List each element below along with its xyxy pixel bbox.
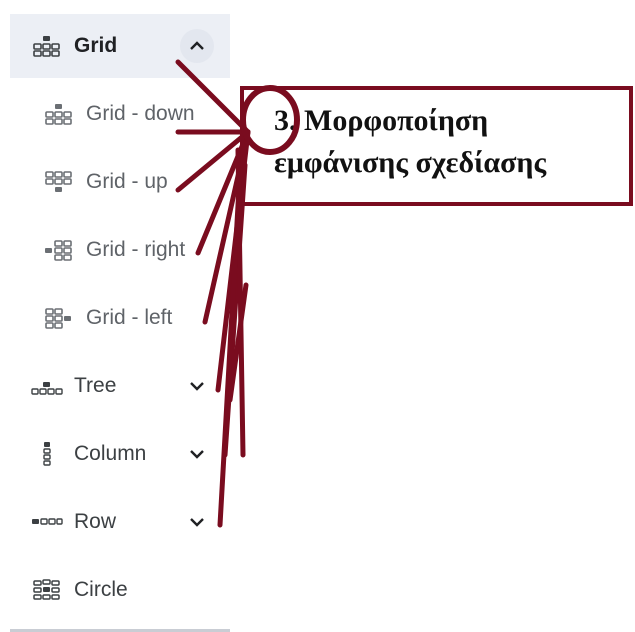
grid-up-icon bbox=[42, 168, 76, 196]
grid-right-icon bbox=[42, 236, 76, 264]
grid-left-icon bbox=[42, 304, 76, 332]
menu-item-label: Grid - down bbox=[86, 102, 195, 125]
menu-item-label: Circle bbox=[74, 578, 128, 601]
annotation-text: 3. Μορφοποίηση εμφάνισης σχεδίασης bbox=[274, 104, 547, 179]
menu-item-label: Grid - left bbox=[86, 306, 173, 329]
annotation-arrow-line bbox=[227, 282, 249, 403]
circle-icon bbox=[30, 576, 64, 604]
menu-item-label: Row bbox=[74, 510, 117, 533]
menu-item-grid-right[interactable]: Grid - right bbox=[10, 218, 230, 282]
menu-item-label: Tree bbox=[74, 374, 117, 397]
menu-item-label: Grid - right bbox=[86, 238, 186, 261]
annotation-box: 3. Μορφοποίηση εμφάνισης σχεδίασης bbox=[240, 86, 633, 206]
grid-icon bbox=[30, 32, 64, 60]
menu-item-tree[interactable]: Tree bbox=[10, 354, 230, 418]
menu-item-grid[interactable]: Grid bbox=[10, 14, 230, 78]
chevron-up-icon[interactable] bbox=[180, 29, 214, 63]
chevron-down-icon[interactable] bbox=[180, 505, 214, 539]
menu-item-column[interactable]: Column bbox=[10, 422, 230, 486]
chevron-down-icon[interactable] bbox=[180, 437, 214, 471]
tree-icon bbox=[30, 372, 64, 400]
menu-item-label: Grid - up bbox=[86, 170, 168, 193]
chevron-down-icon[interactable] bbox=[180, 369, 214, 403]
grid-down-icon bbox=[42, 100, 76, 128]
menu-item-grid-up[interactable]: Grid - up bbox=[10, 150, 230, 214]
menu-item-label: Column bbox=[74, 442, 147, 465]
menu-item-circle[interactable]: Circle bbox=[10, 558, 230, 622]
column-icon bbox=[30, 440, 64, 468]
menu-item-grid-left[interactable]: Grid - left bbox=[10, 286, 230, 350]
menu-item-row[interactable]: Row bbox=[10, 490, 230, 554]
menu-item-grid-down[interactable]: Grid - down bbox=[10, 82, 230, 146]
row-icon bbox=[30, 508, 64, 536]
layout-menu: Grid Grid - down Grid - up Grid - right … bbox=[10, 10, 230, 632]
menu-item-label: Grid bbox=[74, 34, 118, 57]
